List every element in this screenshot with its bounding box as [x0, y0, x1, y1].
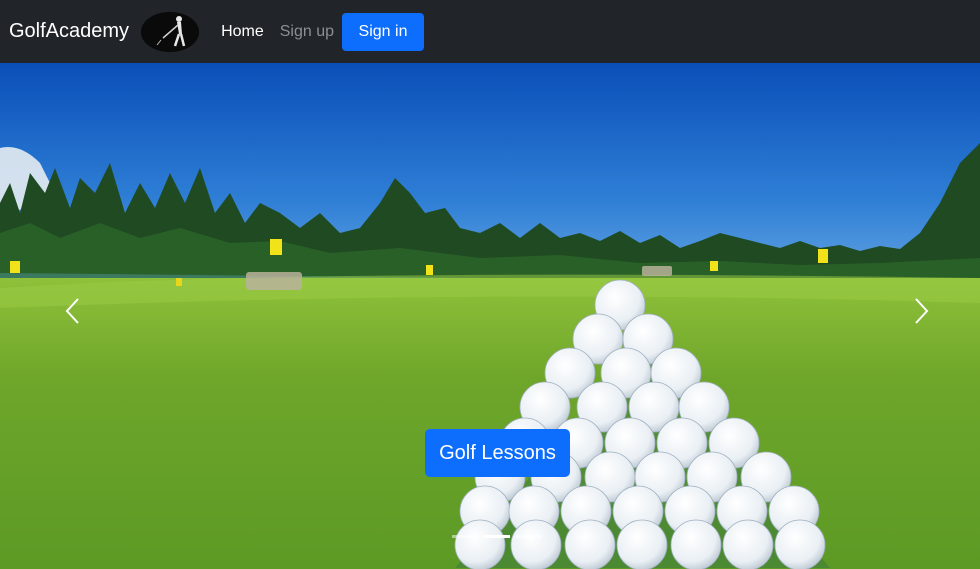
carousel-indicator-2[interactable]	[484, 535, 510, 538]
carousel-next-button[interactable]	[902, 291, 942, 331]
golf-ball	[722, 519, 774, 569]
golf-ball	[670, 519, 722, 569]
nav-signup-link[interactable]: Sign up	[280, 23, 334, 41]
chevron-right-icon	[915, 298, 929, 324]
brand-name[interactable]: GolfAcademy	[9, 20, 129, 43]
golf-ball	[454, 519, 506, 569]
nav-home-link[interactable]: Home	[221, 23, 264, 41]
golfer-logo-icon[interactable]	[141, 11, 200, 52]
navbar: GolfAcademy Home Sign up Sign in	[0, 0, 980, 63]
golf-ball	[510, 519, 562, 569]
carousel-indicator-1[interactable]	[452, 535, 478, 538]
golf-ball	[774, 519, 826, 569]
sign-in-button[interactable]: Sign in	[342, 12, 425, 51]
carousel-indicator-3[interactable]	[516, 535, 542, 538]
chevron-left-icon	[65, 298, 79, 324]
golf-range-photo	[0, 63, 980, 569]
hero-carousel: Golf Lessons	[0, 63, 980, 569]
golf-lessons-button[interactable]: Golf Lessons	[425, 429, 570, 477]
carousel-prev-button[interactable]	[52, 291, 92, 331]
carousel-indicators	[452, 535, 542, 538]
golf-ball	[616, 519, 668, 569]
golf-ball	[564, 519, 616, 569]
